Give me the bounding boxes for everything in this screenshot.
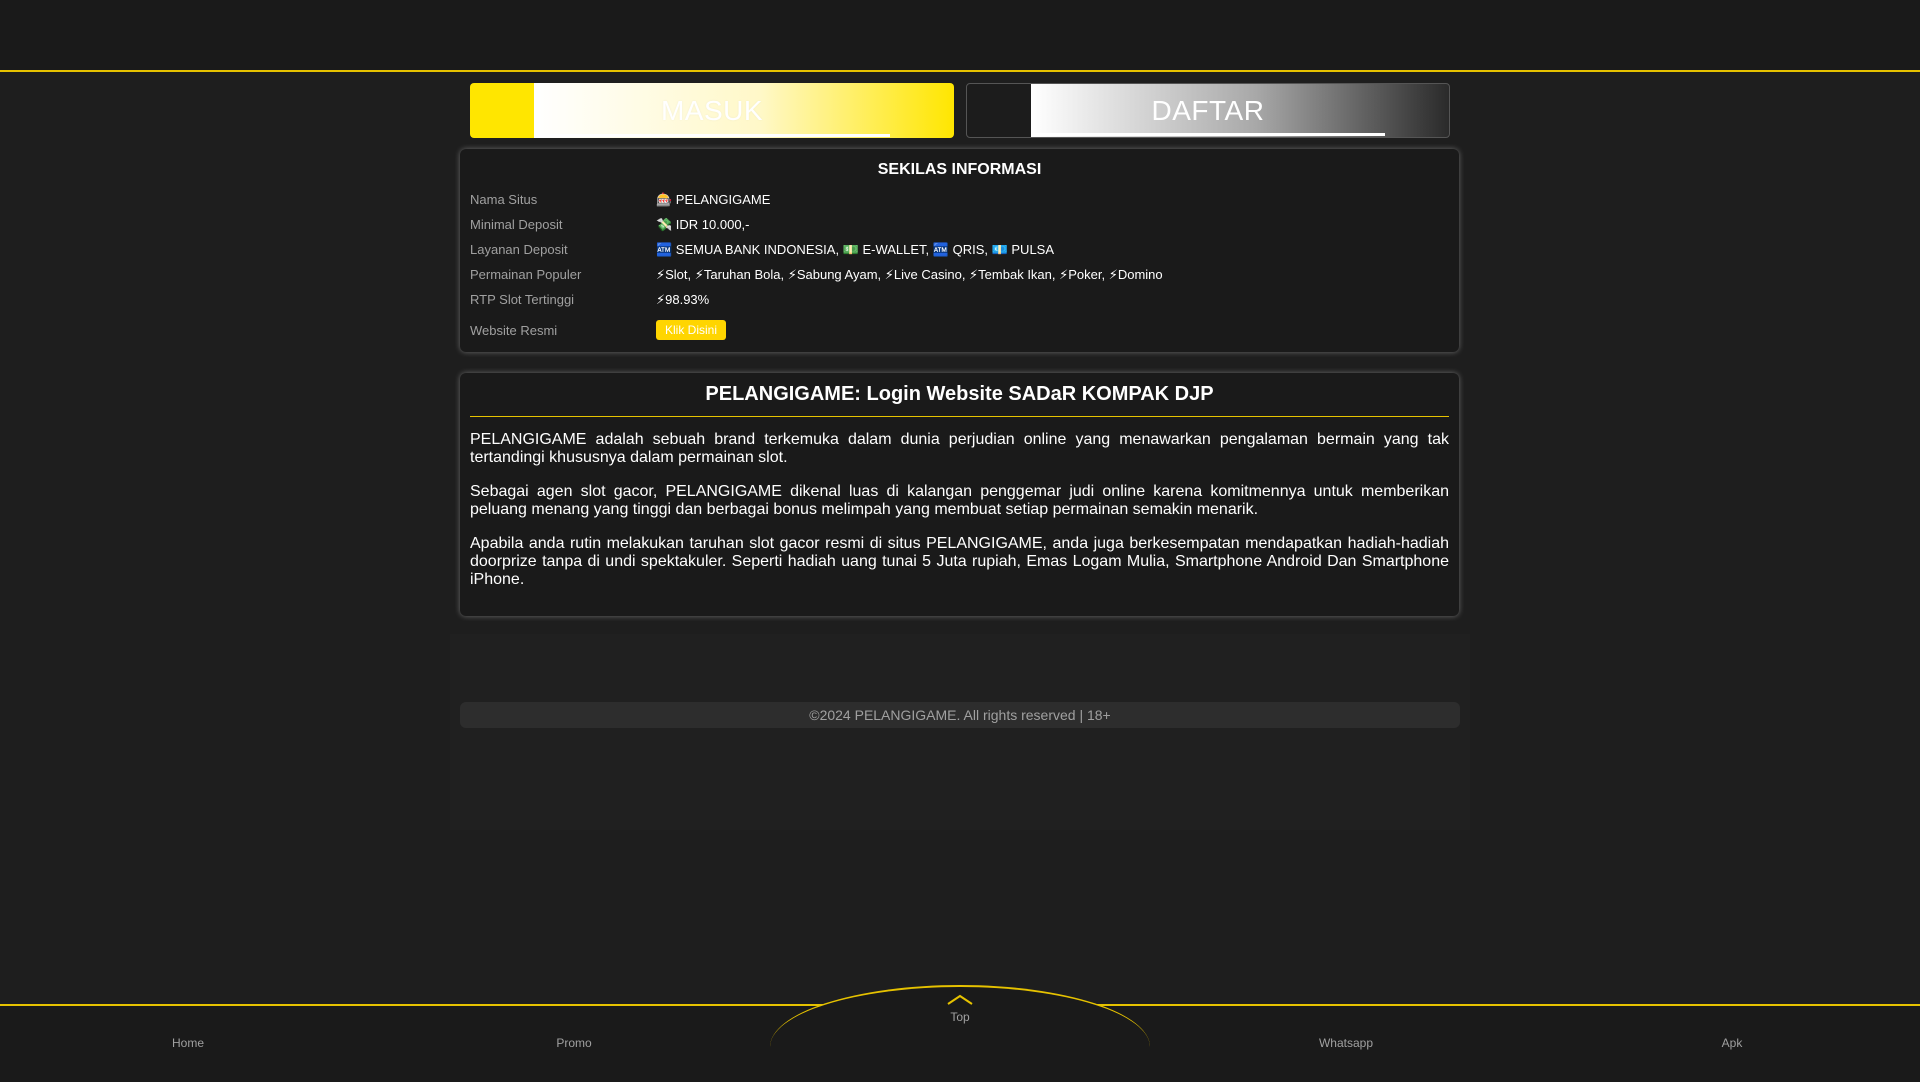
info-value: Klik Disini (656, 312, 1450, 348)
article-body: PELANGIGAME adalah sebuah brand terkemuk… (470, 431, 1449, 589)
info-value: 🎰 PELANGIGAME (656, 191, 771, 207)
info-key: Permainan Populer (470, 267, 582, 282)
info-value: ⚡98.93% (656, 291, 710, 307)
article-paragraph: Apabila anda rutin melakukan taruhan slo… (470, 535, 1449, 588)
info-key: RTP Slot Tertinggi (470, 292, 575, 307)
auth-buttons: MASUK DAFTAR (470, 83, 1450, 140)
info-row-website: Website Resmi Klik Disini (470, 312, 1450, 348)
info-title: SEKILAS INFORMASI (877, 161, 1042, 178)
info-value: 🏧 SEMUA BANK INDONESIA, 💵 E-WALLET, 🏧 QR… (656, 241, 1055, 257)
info-key: Nama Situs (470, 192, 538, 207)
nav-top-label: Top (950, 1010, 970, 1024)
info-key: Minimal Deposit (470, 217, 563, 232)
info-row: Permainan Populer ⚡Slot, ⚡Taruhan Bola, … (470, 262, 1450, 287)
article-title: PELANGIGAME: Login Website SADaR KOMPAK … (470, 383, 1449, 417)
nav-promo[interactable]: Promo (514, 1036, 634, 1050)
info-key: Website Resmi (470, 322, 558, 338)
info-row: RTP Slot Tertinggi ⚡98.93% (470, 287, 1450, 312)
info-row: Layanan Deposit 🏧 SEMUA BANK INDONESIA, … (470, 237, 1450, 262)
login-button-label: MASUK (660, 94, 764, 126)
article-panel: PELANGIGAME: Login Website SADaR KOMPAK … (460, 373, 1459, 616)
register-button[interactable]: DAFTAR (966, 83, 1450, 138)
info-key: Layanan Deposit (470, 242, 568, 257)
nav-whatsapp[interactable]: Whatsapp (1286, 1036, 1406, 1050)
top-header-bar (0, 0, 1920, 72)
register-button-label: DAFTAR (1151, 94, 1265, 126)
info-row: Nama Situs 🎰 PELANGIGAME (470, 187, 1450, 212)
copyright-text: ©2024 PELANGIGAME. All rights reserved |… (460, 702, 1460, 728)
nav-top[interactable]: Top (900, 992, 1020, 1024)
nav-apk[interactable]: Apk (1672, 1036, 1792, 1050)
footer: ©2024 PELANGIGAME. All rights reserved |… (450, 634, 1470, 830)
chevron-up-icon (947, 994, 973, 1005)
login-button[interactable]: MASUK (470, 83, 954, 138)
info-panel: SEKILAS INFORMASI Nama Situs 🎰 PELANGIGA… (460, 149, 1459, 352)
info-table: Nama Situs 🎰 PELANGIGAME Minimal Deposit… (470, 187, 1450, 348)
info-value: 💸 IDR 10.000,- (656, 216, 750, 232)
info-row: Minimal Deposit 💸 IDR 10.000,- (470, 212, 1450, 237)
article-paragraph: Sebagai agen slot gacor, PELANGIGAME dik… (470, 483, 1449, 518)
login-button-underline (534, 134, 890, 137)
nav-home[interactable]: Home (128, 1036, 248, 1050)
register-button-underline (1031, 133, 1385, 136)
info-value: ⚡Slot, ⚡Taruhan Bola, ⚡Sabung Ayam, ⚡Liv… (656, 266, 1163, 282)
website-link-button[interactable]: Klik Disini (656, 320, 727, 340)
article-paragraph: PELANGIGAME adalah sebuah brand terkemuk… (470, 431, 1449, 466)
